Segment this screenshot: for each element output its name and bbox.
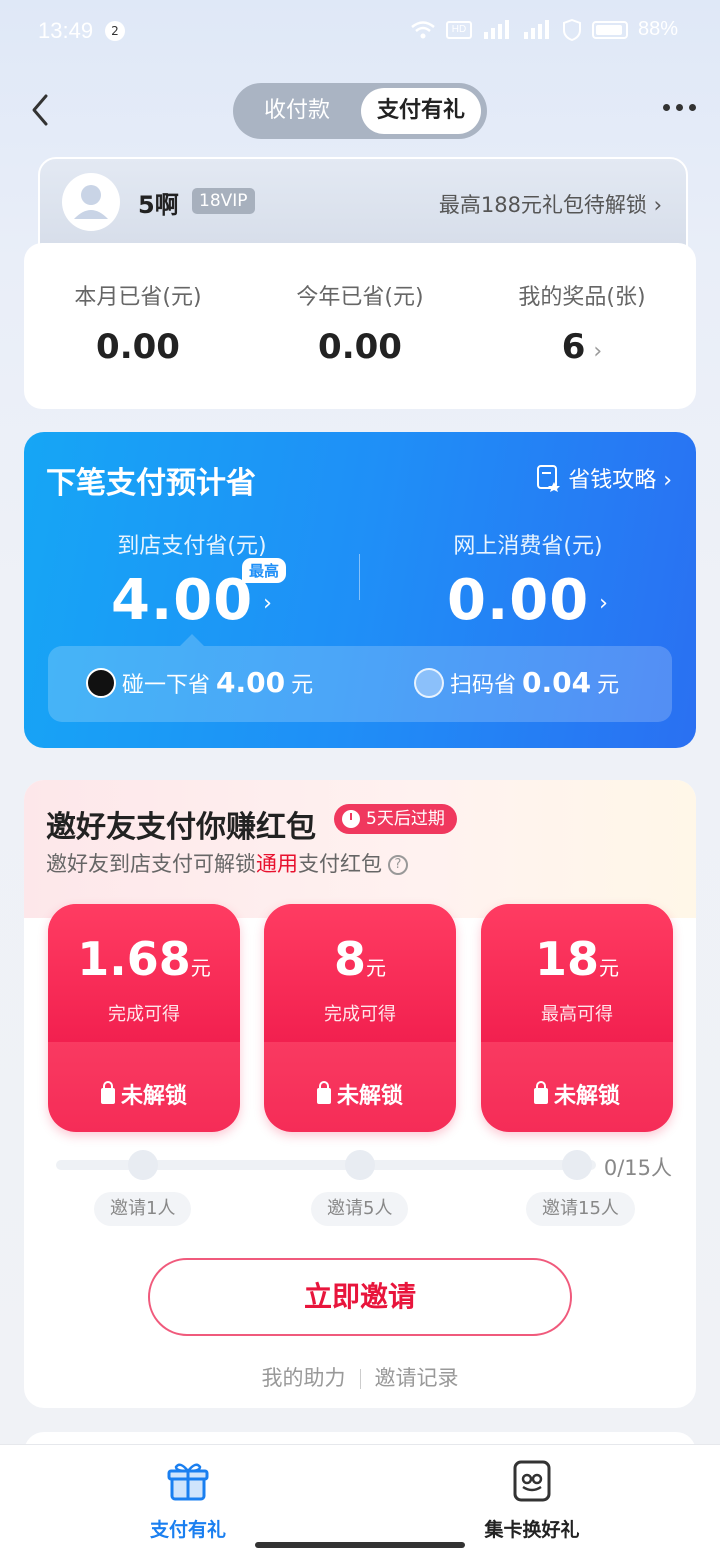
step-label: 邀请1人 [94,1192,192,1226]
reward-status: 未解锁 [48,1078,240,1110]
reward-desc: 最高可得 [541,1004,613,1025]
alarm-clock-icon [342,810,360,828]
step-label: 邀请15人 [526,1192,635,1226]
invite-subtitle: 邀好友到店支付可解锁通用支付红包? [46,848,408,878]
gift-unlock-link[interactable]: 最高188元礼包待解锁 › [439,189,662,219]
tab-payment-gifts[interactable]: 支付有礼 [88,1459,288,1542]
money-saving-tips-link[interactable]: 省钱攻略 › [536,462,672,494]
signal-icon-2 [523,19,549,39]
pointer [180,634,204,646]
tap-pay-saving[interactable]: 碰一下省 4.00 元 [86,666,313,699]
my-assist-link[interactable]: 我的助力 [262,1366,346,1390]
wifi-icon [411,20,435,38]
invite-card: 邀好友支付你赚红包 5天后过期 邀好友到店支付可解锁通用支付红包? 1.68元 … [24,780,696,1408]
yearly-saved: 今年已省(元) 0.00 [248,279,472,367]
reward-status: 未解锁 [264,1078,456,1110]
reward-amount: 8元 [333,932,386,986]
savings-card: 本月已省(元) 0.00 今年已省(元) 0.00 我的奖品(张) 6 › [24,243,696,409]
stat-value: 0.00 [318,327,402,367]
segmented-tabs: 收付款 支付有礼 [233,83,487,139]
scan-unit: 元 [597,672,620,698]
scan-label: 扫码省 [450,672,517,698]
reward-amount: 18元 [534,932,619,986]
in-store-value: 4.00 › [111,568,273,633]
invite-records-link[interactable]: 邀请记录 [375,1366,459,1390]
user-icon [74,185,108,219]
online-value: 0.00 › [447,568,609,633]
lock-icon [100,1081,115,1104]
tab-label: 集卡换好礼 [484,1519,580,1541]
battery-level: 88% [637,18,678,40]
stat-value: 6 › [470,327,694,367]
tab-payment-collect[interactable]: 收付款 [239,88,355,134]
signal-icon [483,19,509,39]
reward-desc: 完成可得 [108,1004,180,1025]
scan-pay-saving[interactable]: 扫码省 0.04 元 [414,666,619,699]
back-arrow-icon[interactable] [26,92,56,128]
status-bar: 13:49 2 HD 88% [0,0,720,64]
shield-icon [562,18,581,41]
monthly-saved: 本月已省(元) 0.00 [26,279,250,367]
prize-count: 6 [561,327,586,367]
home-indicator[interactable] [255,1542,465,1548]
status-time: 13:49 [38,18,94,43]
reward-desc: 完成可得 [324,1004,396,1025]
invite-now-button[interactable]: 立即邀请 [148,1258,572,1336]
in-store-label: 到店支付省(元) [117,534,267,559]
stat-label: 今年已省(元) [296,285,424,310]
online-label: 网上消费省(元) [453,534,603,559]
stat-label: 我的奖品(张) [518,285,646,310]
tips-doc-icon [537,465,561,492]
tips-label: 省钱攻略 › [568,468,672,493]
avatar [62,173,120,231]
next-payment-card: 下笔支付预计省 省钱攻略 › 到店支付省(元) 4.00 › 最高 网上消费省(元… [24,432,696,748]
tap-label: 碰一下省 [122,672,211,698]
tab-collect-cards[interactable]: 集卡换好礼 [432,1459,632,1542]
help-icon[interactable]: ? [388,855,408,875]
lock-icon [533,1081,548,1104]
step-label: 邀请5人 [311,1192,409,1226]
hd-icon: HD [445,20,472,39]
online-savings[interactable]: 网上消费省(元) 0.00 › [360,528,696,633]
progress-count: 0/15人 [603,1156,672,1180]
expire-badge: 5天后过期 [334,804,457,834]
battery-icon [591,20,628,39]
reward-status: 未解锁 [481,1078,673,1110]
in-store-savings[interactable]: 到店支付省(元) 4.00 › [24,528,360,633]
tab-payment-rewards[interactable]: 支付有礼 [361,88,481,134]
payment-methods-bar: 碰一下省 4.00 元 扫码省 0.04 元 [48,646,672,722]
reward-amount: 1.68元 [77,932,211,986]
scan-icon [414,667,444,698]
chevron-right-icon: › [593,339,603,364]
progress-dot [128,1150,158,1180]
username: 5啊 [138,191,179,219]
vip-badge: 18VIP [192,188,255,214]
my-prizes[interactable]: 我的奖品(张) 6 › [470,279,694,367]
next-payment-title: 下笔支付预计省 [46,466,256,501]
notification-badge: 2 [105,21,125,41]
stat-value: 0.00 [96,327,180,367]
reward-card[interactable]: 8元 完成可得 未解锁 [264,904,456,1132]
scan-amount: 0.04 [522,666,592,699]
max-tag: 最高 [242,558,287,583]
reward-card[interactable]: 1.68元 完成可得 未解锁 [48,904,240,1132]
gift-icon [167,1463,209,1501]
progress-dot [345,1150,375,1180]
tap-unit: 元 [291,672,314,698]
stat-label: 本月已省(元) [74,285,202,310]
card-icon [513,1460,551,1502]
reward-card[interactable]: 18元 最高可得 未解锁 [481,904,673,1132]
profile-card[interactable]: 5啊 18VIP 最高188元礼包待解锁 › [38,157,688,247]
tab-label: 支付有礼 [149,1519,226,1541]
tap-amount: 4.00 [216,666,286,699]
tap-pay-icon [86,667,116,698]
lock-icon [316,1081,331,1104]
progress-dot [562,1150,592,1180]
invite-links: 我的助力 邀请记录 [24,1362,696,1392]
status-icons: HD 88% [410,18,678,41]
invite-title: 邀好友支付你赚红包 [46,810,316,845]
more-options-icon[interactable] [663,104,696,111]
